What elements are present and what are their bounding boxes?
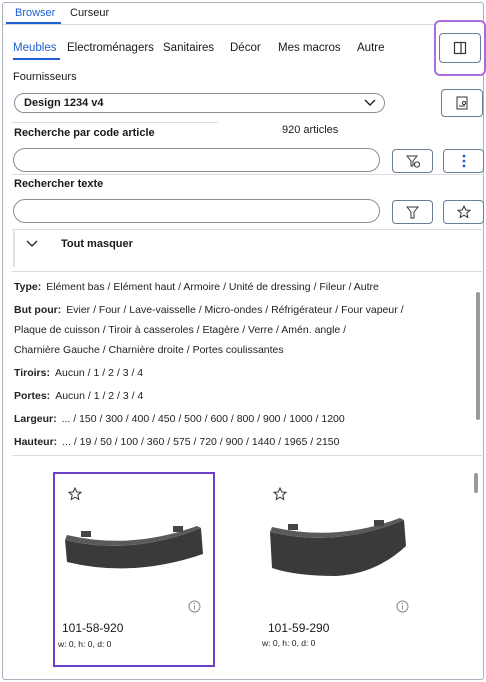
product-thumbnail xyxy=(65,526,203,569)
filter-tiroirs[interactable]: Tiroirs: Aucun / 1 / 2 / 3 / 4 xyxy=(14,367,143,379)
text-filter-button[interactable] xyxy=(392,200,433,224)
filter-key: Hauteur: xyxy=(14,436,58,448)
section-divider xyxy=(12,229,484,230)
catalog-icon xyxy=(456,96,468,110)
code-search-label: Recherche par code article xyxy=(14,127,155,139)
filter-key: Largeur: xyxy=(14,413,57,425)
filter-clock-icon xyxy=(405,155,420,168)
filter-values: Plaque de cuisson / Tiroir à casseroles … xyxy=(14,324,347,336)
category-electromenagers[interactable]: Electroménagers xyxy=(67,42,154,54)
filter-key: Tiroirs: xyxy=(14,367,50,379)
star-icon[interactable] xyxy=(68,487,82,501)
section-divider xyxy=(12,455,484,456)
filter-but-pour-cont[interactable]: Plaque de cuisson / Tiroir à casseroles … xyxy=(14,324,346,336)
supplier-select[interactable]: Design 1234 v4 xyxy=(14,93,385,113)
filter-values: Charnière Gauche / Charnière droite / Po… xyxy=(14,344,284,356)
filter-scrollbar[interactable] xyxy=(476,292,480,420)
product-dimensions: w: 0, h: 0, d: 0 xyxy=(262,638,316,648)
filter-values: Elément bas / Elément haut / Armoire / U… xyxy=(46,281,379,293)
info-icon[interactable] xyxy=(188,600,201,613)
product-code: 101-58-920 xyxy=(62,621,124,635)
star-icon[interactable] xyxy=(273,487,287,501)
browser-panel: Browser Curseur Meubles Electroménagers … xyxy=(2,2,486,680)
filter-but-pour-cont[interactable]: Charnière Gauche / Charnière droite / Po… xyxy=(14,344,284,356)
filter-values: ... / 19 / 50 / 100 / 360 / 575 / 720 / … xyxy=(62,436,340,448)
chevron-down-icon[interactable] xyxy=(26,240,38,248)
product-dimensions: w: 0, h: 0, d: 0 xyxy=(58,639,112,649)
text-search-label: Rechercher texte xyxy=(14,178,104,190)
filter-key: But pour: xyxy=(14,304,62,316)
filter-hauteur[interactable]: Hauteur: ... / 19 / 50 / 100 / 360 / 575 … xyxy=(14,436,339,448)
split-panel-icon xyxy=(453,41,467,55)
product-thumbnail xyxy=(270,518,406,576)
filter-type[interactable]: Type: Elément bas / Elément haut / Armoir… xyxy=(14,281,379,293)
filter-list: Type: Elément bas / Elément haut / Armoir… xyxy=(14,274,476,454)
tab-browser[interactable]: Browser xyxy=(15,7,55,19)
code-search-input[interactable] xyxy=(13,148,380,172)
catalog-info-button[interactable] xyxy=(441,89,483,117)
filter-values: Aucun / 1 / 2 / 3 / 4 xyxy=(54,367,144,379)
article-count: 920 articles xyxy=(282,124,339,136)
chevron-down-icon xyxy=(364,99,376,106)
more-options-button[interactable] xyxy=(443,149,484,173)
collapse-accent xyxy=(13,231,15,267)
info-icon[interactable] xyxy=(396,600,409,613)
text-search-input[interactable] xyxy=(13,199,380,223)
active-category-underline xyxy=(13,58,60,60)
section-divider xyxy=(12,271,484,272)
filter-largeur[interactable]: Largeur: ... / 150 / 300 / 400 / 450 / 50… xyxy=(14,413,345,425)
panel-layout-button[interactable] xyxy=(434,20,486,76)
section-divider xyxy=(12,174,484,175)
tab-curseur[interactable]: Curseur xyxy=(70,7,109,19)
filter-values: ... / 150 / 300 / 400 / 450 / 500 / 600 … xyxy=(61,413,345,425)
filter-values: Evier / Four / Lave-vaisselle / Micro-on… xyxy=(66,304,404,316)
category-decor[interactable]: Décor xyxy=(230,42,261,54)
product-card[interactable]: 101-58-920 w: 0, h: 0, d: 0 xyxy=(53,472,215,667)
filter-key: Type: xyxy=(14,281,42,293)
kebab-icon xyxy=(462,154,465,168)
category-mes-macros[interactable]: Mes macros xyxy=(278,42,341,54)
suppliers-label: Fournisseurs xyxy=(13,71,77,83)
product-code: 101-59-290 xyxy=(268,621,330,635)
tab-divider xyxy=(3,24,483,25)
collapse-all-toggle[interactable]: Tout masquer xyxy=(61,238,133,250)
category-sanitaires[interactable]: Sanitaires xyxy=(163,42,214,54)
favorites-button[interactable] xyxy=(443,200,484,224)
filter-key: Portes: xyxy=(14,390,51,402)
category-autre[interactable]: Autre xyxy=(357,42,385,54)
product-card[interactable]: 101-59-290 w: 0, h: 0, d: 0 xyxy=(258,472,420,667)
filter-but-pour[interactable]: But pour: Evier / Four / Lave-vaisselle /… xyxy=(14,304,404,316)
category-meubles[interactable]: Meubles xyxy=(13,42,56,54)
filter-portes[interactable]: Portes: Aucun / 1 / 2 / 3 / 4 xyxy=(14,390,143,402)
supplier-select-value: Design 1234 v4 xyxy=(24,97,104,109)
filter-values: Aucun / 1 / 2 / 3 / 4 xyxy=(55,390,144,402)
star-icon xyxy=(456,205,471,219)
code-filter-button[interactable] xyxy=(392,149,433,173)
filter-icon xyxy=(406,206,419,218)
products-scrollbar[interactable] xyxy=(474,473,478,493)
section-divider xyxy=(12,122,218,123)
